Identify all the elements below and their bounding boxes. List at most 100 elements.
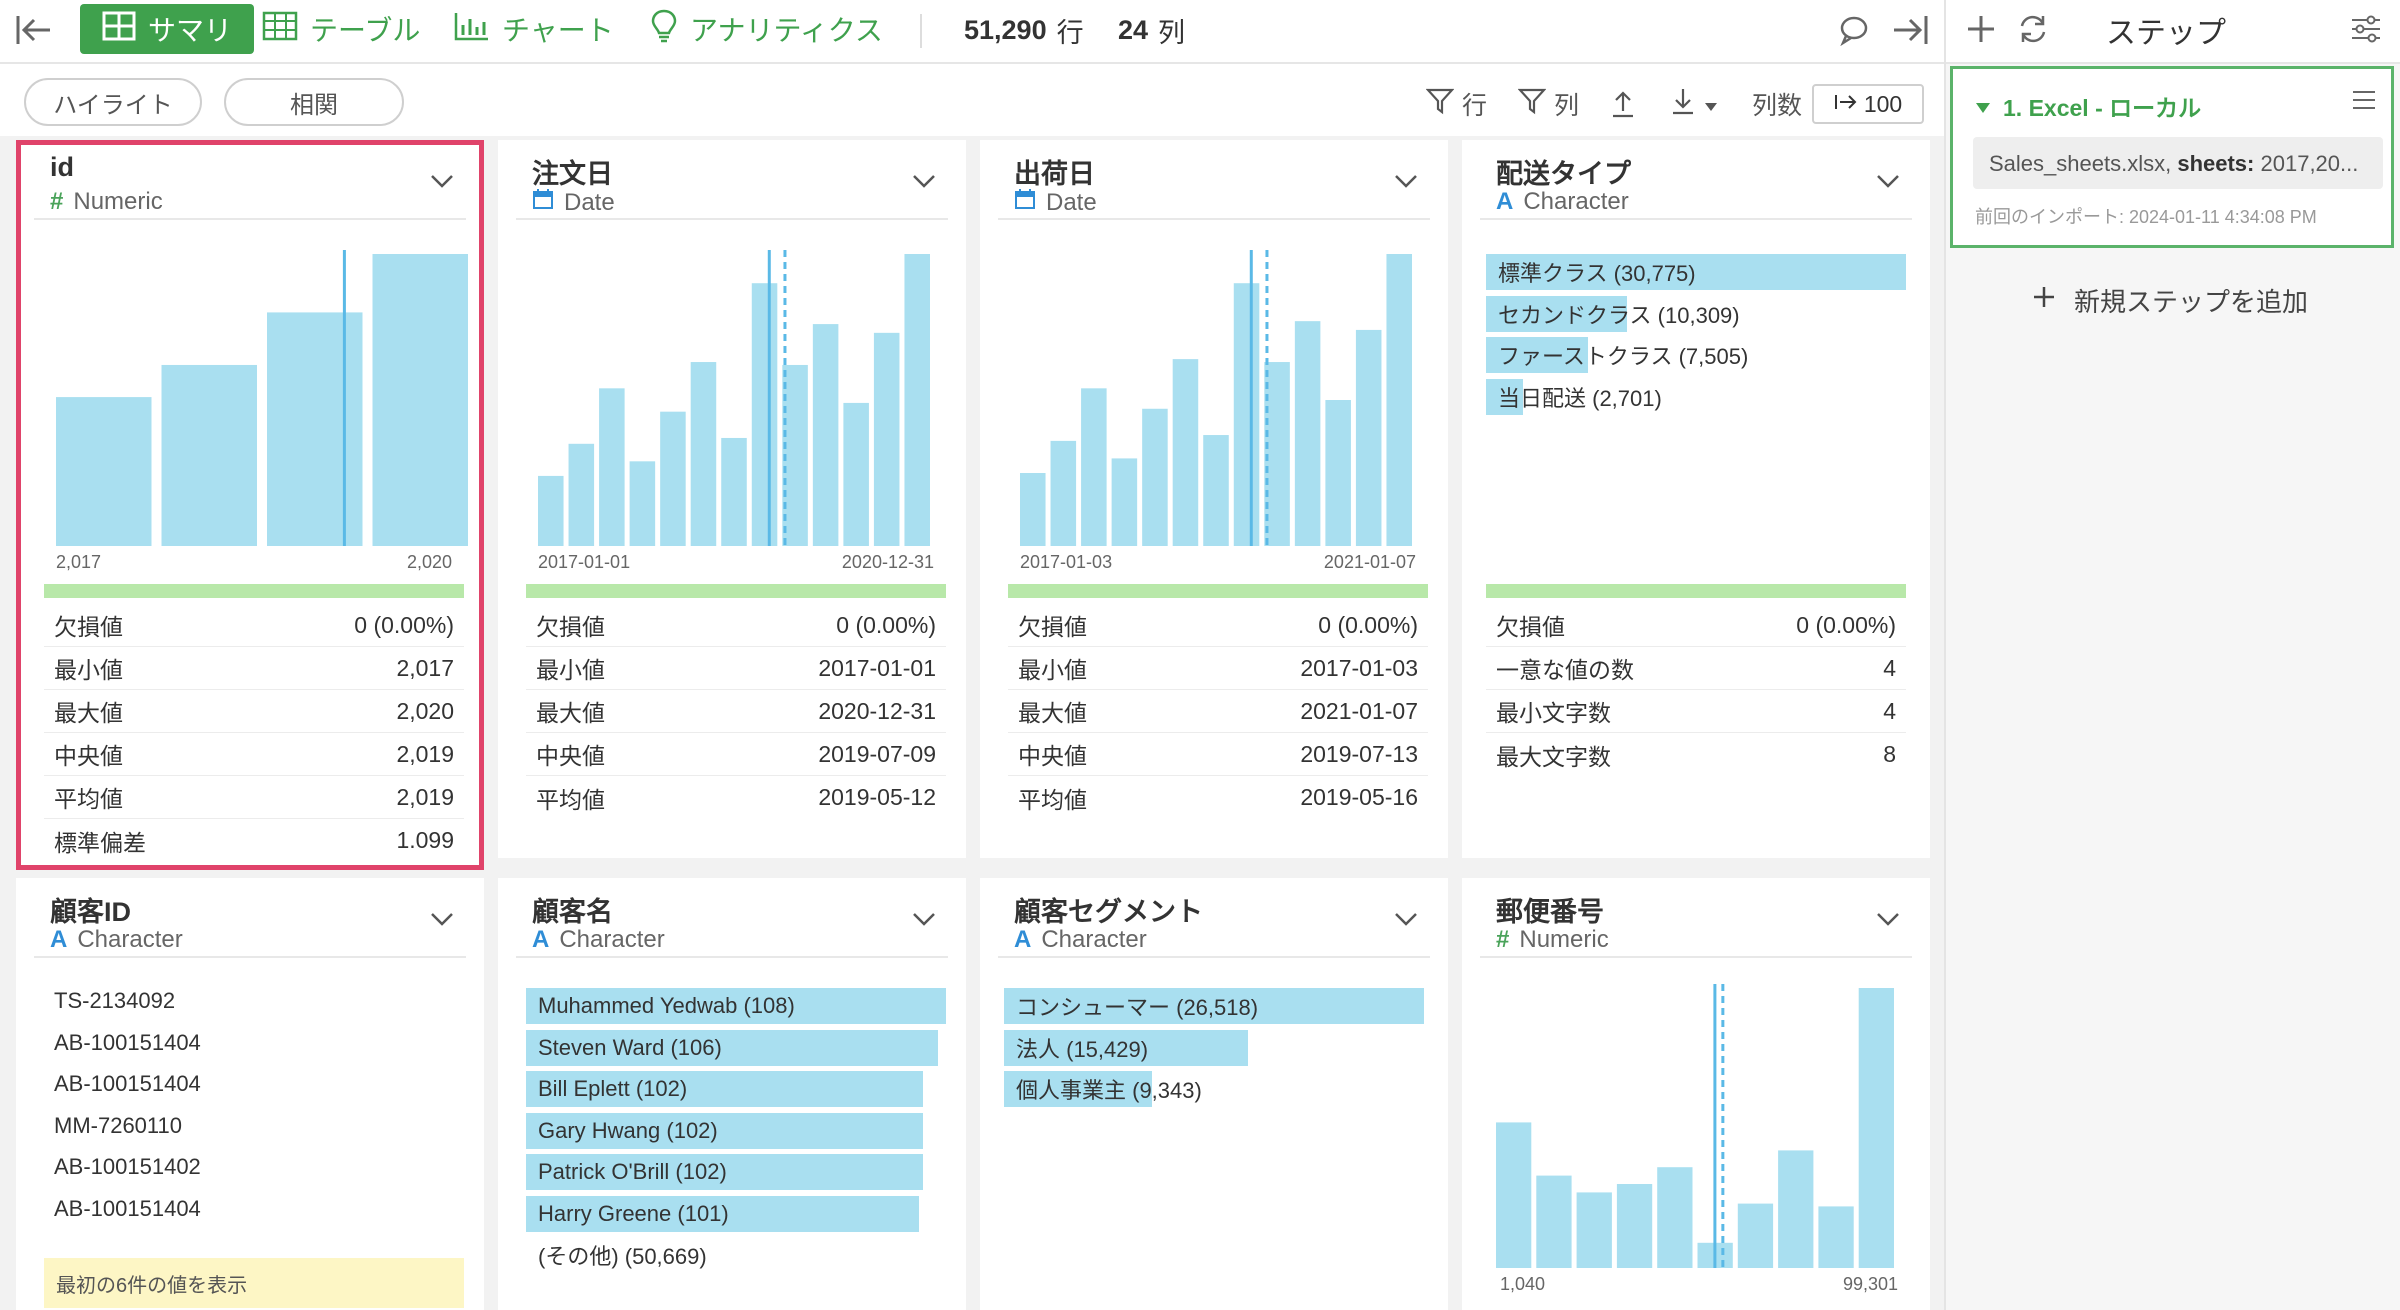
column-card-ship-type[interactable]: 配送タイプ A Character 標準クラス (30,775) セカンドクラス … xyxy=(1462,140,1930,858)
histogram-bar[interactable] xyxy=(568,443,595,546)
chevron-down-icon[interactable] xyxy=(430,174,454,193)
histogram-bar[interactable] xyxy=(1576,1192,1612,1268)
histogram-bar[interactable] xyxy=(843,402,869,546)
plus-icon[interactable] xyxy=(1964,12,1998,46)
histogram-bar[interactable] xyxy=(1203,435,1229,546)
settings-sliders-icon[interactable] xyxy=(2350,14,2382,44)
column-card-id[interactable]: id # Numeric 2,017 2,020 欠損値 0 (0.00%) 最小値… xyxy=(16,140,484,870)
chevron-down-icon[interactable] xyxy=(1394,912,1418,931)
histogram-bar[interactable] xyxy=(1142,408,1168,546)
column-card-order-date[interactable]: 注文日 Date 2017-01-01 2020-12-31 欠損値 0 (0.0… xyxy=(498,140,966,858)
histogram-bar[interactable] xyxy=(812,324,839,546)
tab-analytics[interactable]: アナリティクス xyxy=(640,4,893,54)
category-bar[interactable]: 標準クラス (30,775) xyxy=(1486,254,1906,290)
tab-summary-label: サマリ xyxy=(148,15,233,46)
column-card-postal-code[interactable]: 郵便番号 # Numeric 1,040 99,301 xyxy=(1462,878,1930,1310)
highlight-button[interactable]: ハイライト xyxy=(24,78,202,126)
category-bar[interactable]: 法人 (15,429) xyxy=(1004,1029,1424,1066)
comment-icon[interactable] xyxy=(1838,14,1870,46)
tab-table[interactable]: テーブル xyxy=(252,4,430,54)
histogram-bar[interactable] xyxy=(1496,1122,1532,1268)
histogram-bar[interactable] xyxy=(751,283,778,546)
category-bar[interactable]: Bill Eplett (102) xyxy=(526,1071,946,1107)
histogram-bar[interactable] xyxy=(56,397,152,546)
chevron-down-icon[interactable] xyxy=(430,912,454,931)
column-card-ship-date[interactable]: 出荷日 Date 2017-01-03 2021-01-07 欠損値 0 (0.0… xyxy=(980,140,1448,858)
histogram-bar[interactable] xyxy=(721,437,747,546)
list-item: AB-100151404 xyxy=(54,1029,201,1055)
category-bar[interactable]: セカンドクラス (10,309) xyxy=(1486,295,1906,332)
card-header: 配送タイプ A Character xyxy=(1480,152,1912,220)
histogram-bar[interactable] xyxy=(267,312,363,546)
histogram-bar[interactable] xyxy=(1294,321,1321,546)
histogram-bar[interactable] xyxy=(629,461,656,546)
histogram-bar[interactable] xyxy=(1778,1150,1814,1268)
column-card-customer-name[interactable]: 顧客名 A Character Muhammed Yedwab (108) Ste… xyxy=(498,878,966,1310)
add-step-label: 新規ステップを追加 xyxy=(2074,287,2309,317)
sort-ascending-icon[interactable] xyxy=(1610,84,1636,124)
step-file-info: Sales_sheets.xlsx, sheets: 2017,20... xyxy=(1973,137,2383,189)
category-label: 法人 (15,429) xyxy=(1016,1036,1149,1062)
histogram-bar[interactable] xyxy=(1737,1203,1774,1268)
histogram-bar[interactable] xyxy=(1325,400,1351,546)
histogram-bar[interactable] xyxy=(1050,440,1077,546)
tab-chart[interactable]: チャート xyxy=(444,4,624,54)
chevron-down-icon[interactable] xyxy=(1876,912,1900,931)
histogram-bar[interactable] xyxy=(1386,254,1412,546)
histogram-bar[interactable] xyxy=(1020,473,1046,546)
category-bar[interactable]: Gary Hwang (102) xyxy=(526,1112,946,1149)
histogram-bar[interactable] xyxy=(372,254,469,546)
chevron-down-icon[interactable] xyxy=(1394,174,1418,193)
histogram-bar[interactable] xyxy=(660,411,686,546)
column-card-customer-id[interactable]: 顧客ID A Character TS-2134092 AB-100151404 A… xyxy=(16,878,484,1310)
add-step-button[interactable]: 新規ステップを追加 xyxy=(2032,282,2308,319)
menu-icon[interactable] xyxy=(2351,89,2377,116)
histogram-bar[interactable] xyxy=(1111,458,1138,546)
collapse-left-icon[interactable] xyxy=(14,12,54,48)
histogram-bar[interactable] xyxy=(1616,1184,1653,1268)
histogram-bar[interactable] xyxy=(1081,388,1107,546)
stat-value: 2019-05-16 xyxy=(1300,784,1418,810)
stat-label: 欠損値 xyxy=(1018,614,1087,640)
histogram-bar[interactable] xyxy=(1172,359,1199,546)
refresh-icon[interactable] xyxy=(2016,12,2050,46)
histogram-bar[interactable] xyxy=(599,388,625,546)
tab-summary[interactable]: サマリ xyxy=(80,4,255,54)
histogram-bar[interactable] xyxy=(1657,1167,1693,1268)
histogram-bar[interactable] xyxy=(161,364,258,546)
expand-right-icon[interactable] xyxy=(1890,12,1930,48)
histogram-bar[interactable] xyxy=(873,332,900,546)
stat-row: 最大値 2020-12-31 xyxy=(526,690,946,733)
step-title[interactable]: 1. Excel - ローカル xyxy=(1975,89,2201,123)
histogram-bar[interactable] xyxy=(1355,329,1382,546)
chevron-down-icon[interactable] xyxy=(912,912,936,931)
category-bar[interactable]: Muhammed Yedwab (108) xyxy=(526,988,946,1024)
histogram-bar[interactable] xyxy=(1536,1175,1572,1268)
histogram-bar[interactable] xyxy=(1818,1206,1854,1268)
correlation-button[interactable]: 相関 xyxy=(224,78,404,126)
sort-descending-dropdown[interactable] xyxy=(1670,84,1718,124)
column-type-label: Numeric xyxy=(1519,926,1609,953)
histogram-bar[interactable] xyxy=(904,254,930,546)
category-bar[interactable]: Patrick O'Brill (102) xyxy=(526,1154,946,1190)
step-card-excel[interactable]: 1. Excel - ローカル Sales_sheets.xlsx, sheet… xyxy=(1950,66,2394,248)
chevron-down-icon[interactable] xyxy=(1876,174,1900,193)
column-filter-button[interactable]: 列 xyxy=(1517,84,1579,124)
category-bar[interactable]: 当日配送 (2,701) xyxy=(1486,378,1906,415)
category-bar[interactable]: 個人事業主 (9,343) xyxy=(1004,1071,1424,1107)
category-bar[interactable]: ファーストクラス (7,505) xyxy=(1486,337,1906,373)
stat-value: 0 (0.00%) xyxy=(836,611,936,638)
category-bar[interactable]: コンシューマー (26,518) xyxy=(1004,988,1424,1024)
category-bar[interactable]: Harry Greene (101) xyxy=(526,1195,946,1232)
column-card-segment[interactable]: 顧客セグメント A Character コンシューマー (26,518) 法人 (… xyxy=(980,878,1448,1310)
caret-down-icon[interactable] xyxy=(1975,93,1991,120)
card-header: 出荷日 Date xyxy=(998,152,1430,220)
chevron-down-icon[interactable] xyxy=(912,174,936,193)
histogram-bar[interactable] xyxy=(538,475,564,546)
row-filter-button[interactable]: 行 xyxy=(1425,84,1487,124)
histogram-bar[interactable] xyxy=(1858,988,1894,1268)
category-bar[interactable]: Steven Ward (106) xyxy=(526,1029,946,1066)
histogram-bar[interactable] xyxy=(1233,283,1260,546)
column-count-input[interactable]: 100 xyxy=(1812,84,1924,124)
histogram-bar[interactable] xyxy=(690,362,717,546)
